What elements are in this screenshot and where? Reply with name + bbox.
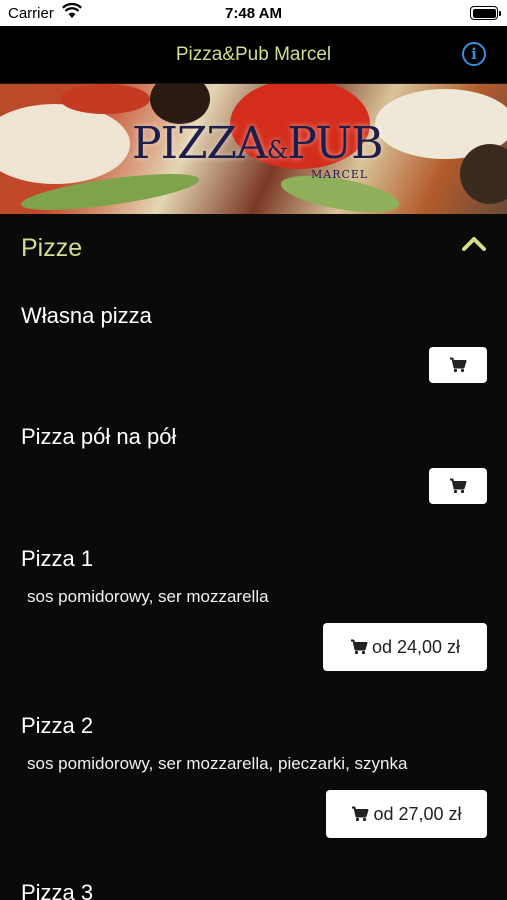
cart-icon — [449, 357, 467, 373]
add-to-cart-button[interactable] — [429, 347, 487, 383]
banner-logo: PIZZA&PUB — [132, 118, 384, 169]
add-to-cart-button[interactable]: od 27,00 zł — [326, 790, 487, 838]
clock: 7:48 AM — [225, 5, 282, 22]
price-label: od 24,00 zł — [371, 636, 461, 657]
menu-item-name: Pizza 2 — [21, 713, 94, 738]
nav-bar: Pizza&Pub Marcel i — [0, 26, 507, 84]
menu-item-description: sos pomidorowy, ser mozzarella — [27, 587, 269, 606]
section-title: Pizze — [21, 234, 83, 262]
menu-item-name: Pizza 3 — [21, 880, 94, 900]
section-header-pizze[interactable]: Pizze — [0, 214, 507, 280]
status-bar: Carrier 7:48 AM — [0, 0, 507, 26]
info-icon[interactable]: i — [462, 42, 486, 66]
menu-item-name: Pizza pół na pół — [21, 424, 177, 449]
add-to-cart-button[interactable] — [429, 468, 487, 504]
price-label: od 27,00 zł — [373, 803, 462, 824]
menu-item-description: sos pomidorowy, ser mozzarella, pieczark… — [27, 754, 408, 773]
cart-icon — [449, 478, 467, 494]
add-to-cart-button[interactable]: od 24,00 zł — [323, 623, 487, 671]
page-title: Pizza&Pub Marcel — [175, 44, 332, 65]
menu-item-name: Własna pizza — [21, 303, 152, 328]
battery-icon — [470, 6, 501, 20]
cart-icon — [350, 639, 368, 655]
chevron-up-icon[interactable] — [461, 234, 487, 257]
banner-logo-subtitle: MARCEL — [311, 168, 369, 181]
menu-item-name: Pizza 1 — [21, 546, 94, 571]
restaurant-banner: PIZZA&PUB MARCEL — [0, 84, 507, 214]
cart-icon — [351, 806, 369, 822]
